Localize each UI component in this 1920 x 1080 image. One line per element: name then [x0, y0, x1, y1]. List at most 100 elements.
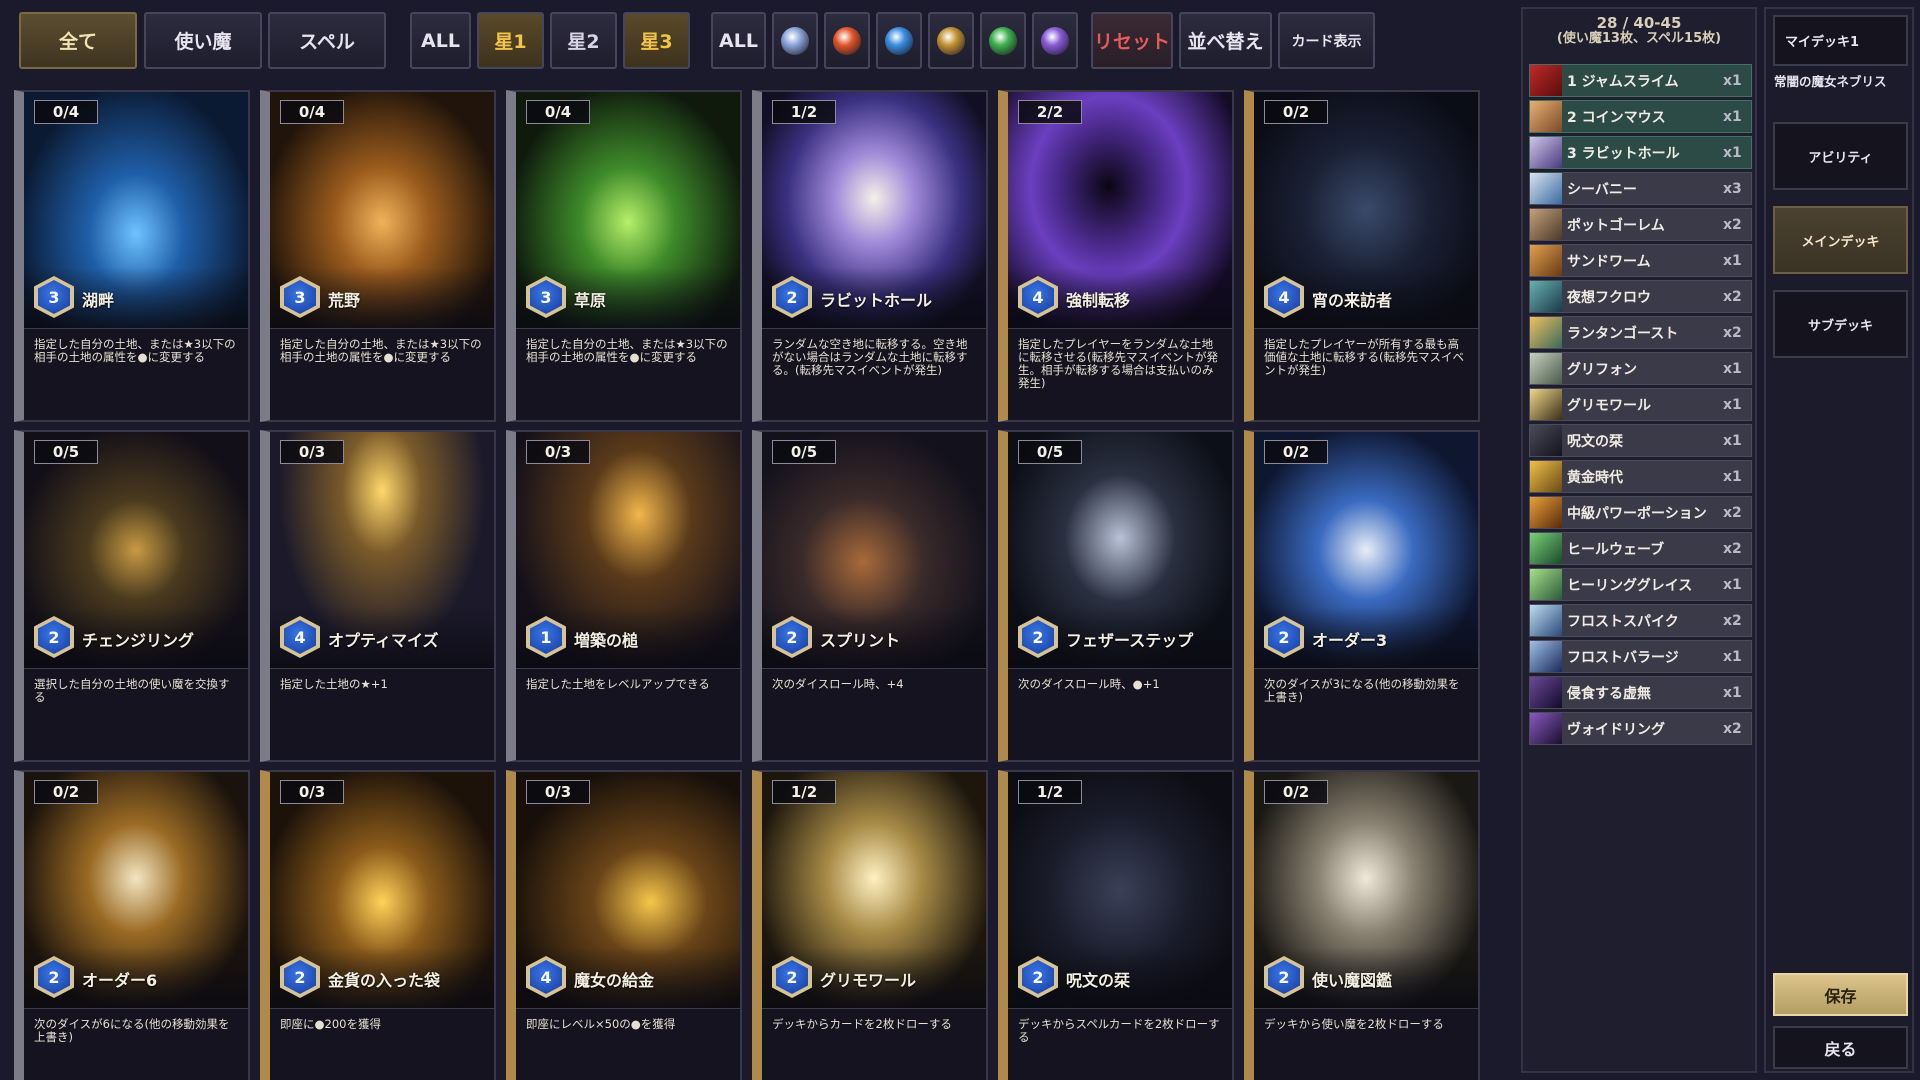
filter-type-spell-button[interactable]: スペル: [268, 12, 386, 69]
card-tile[interactable]: 0/3 4 魔女の給金 即座にレベル×50の●を獲得: [506, 770, 742, 1080]
filter-attr-button[interactable]: [980, 12, 1026, 69]
deck-list-item[interactable]: フロストバラージ x1: [1529, 640, 1752, 673]
card-tile[interactable]: 0/5 2 スプリント 次のダイスロール時、+4: [752, 430, 988, 762]
card-cost-value: 2: [284, 960, 316, 994]
filter-attr-button[interactable]: [1032, 12, 1078, 69]
card-cost-value: 2: [38, 620, 70, 654]
sub-deck-tab[interactable]: サブデッキ: [1773, 290, 1908, 358]
deck-list-item[interactable]: 1 ジャムスライム x1: [1529, 64, 1752, 97]
sort-button[interactable]: 並べ替え: [1179, 12, 1272, 69]
card-description: 指定した土地をレベルアップできる: [526, 677, 710, 691]
card-divider: [270, 1008, 494, 1009]
deck-item-quantity: x1: [1723, 144, 1742, 161]
card-tile[interactable]: 0/2 4 宵の来訪者 指定したプレイヤーが所有する最も高価値な土地に転移する(転移先…: [1244, 90, 1480, 422]
deck-list-item[interactable]: 侵食する虚無 x1: [1529, 676, 1752, 709]
deck-item-quantity: x2: [1723, 720, 1742, 737]
deck-list-item[interactable]: シーバニー x3: [1529, 172, 1752, 205]
deck-list-item[interactable]: ヒーリンググレイス x1: [1529, 568, 1752, 601]
deck-list-item[interactable]: グリフォン x1: [1529, 352, 1752, 385]
card-tile[interactable]: 0/5 2 チェンジリング 選択した自分の土地の使い魔を交換する: [14, 430, 250, 762]
deck-item-name: 1 ジャムスライム: [1567, 73, 1679, 90]
main-deck-tab[interactable]: メインデッキ: [1773, 206, 1908, 274]
deck-item-quantity: x1: [1723, 72, 1742, 89]
card-tile[interactable]: 0/5 2 フェザーステップ 次のダイスロール時、●+1: [998, 430, 1234, 762]
reset-button[interactable]: リセット: [1091, 12, 1173, 69]
filter-star1-button[interactable]: 星1: [477, 12, 544, 69]
card-tile[interactable]: 0/3 1 増築の槌 指定した土地をレベルアップできる: [506, 430, 742, 762]
card-divider: [762, 1008, 986, 1009]
ability-button[interactable]: アビリティ: [1773, 122, 1908, 190]
deck-item-name: 黄金時代: [1567, 469, 1623, 486]
deck-item-name: 2 コインマウス: [1567, 109, 1666, 126]
card-divider: [1254, 328, 1478, 329]
deck-item-name: シーバニー: [1567, 181, 1637, 198]
card-tile[interactable]: 0/4 3 荒野 指定した自分の土地、または★3以下の相手の土地の属性を●に変更する: [260, 90, 496, 422]
deck-list-item[interactable]: 夜想フクロウ x2: [1529, 280, 1752, 313]
deck-list-item[interactable]: サンドワーム x1: [1529, 244, 1752, 277]
card-name: スプリント: [820, 631, 901, 650]
card-tile[interactable]: 1/2 2 ラビットホール ランダムな空き地に転移する。空き地がない場合はランダムな土…: [752, 90, 988, 422]
filter-attr-button[interactable]: [928, 12, 974, 69]
card-tile[interactable]: 0/4 3 湖畔 指定した自分の土地、または★3以下の相手の土地の属性を●に変更する: [14, 90, 250, 422]
card-tile[interactable]: 0/2 2 使い魔図鑑 デッキから使い魔を2枚ドローする: [1244, 770, 1480, 1080]
deck-item-quantity: x1: [1723, 576, 1742, 593]
save-button[interactable]: 保存: [1773, 973, 1908, 1016]
filter-attr-all-button[interactable]: ALL: [711, 12, 766, 69]
deck-item-name: ヒーリンググレイス: [1567, 577, 1693, 594]
deck-item-thumbnail: [1530, 317, 1562, 348]
filter-star-all-button[interactable]: ALL: [410, 12, 471, 69]
filter-star2-button[interactable]: 星2: [550, 12, 617, 69]
deck-list-item[interactable]: 3 ラビットホール x1: [1529, 136, 1752, 169]
deck-list-item[interactable]: ランタンゴースト x2: [1529, 316, 1752, 349]
deck-list-item[interactable]: ヴォイドリング x2: [1529, 712, 1752, 745]
card-cost-value: 2: [776, 960, 808, 994]
card-divider: [24, 1008, 248, 1009]
deck-list-item[interactable]: 黄金時代 x1: [1529, 460, 1752, 493]
card-tile[interactable]: 0/2 2 オーダー6 次のダイスが6になる(他の移動効果を上書き): [14, 770, 250, 1080]
card-count-badge: 0/5: [1018, 440, 1082, 464]
deck-list-item[interactable]: 呪文の栞 x1: [1529, 424, 1752, 457]
card-count-badge: 0/2: [1264, 780, 1328, 804]
card-description: 次のダイスロール時、+4: [772, 677, 904, 691]
filter-attr-button[interactable]: [876, 12, 922, 69]
deck-list-item[interactable]: グリモワール x1: [1529, 388, 1752, 421]
deck-item-name: 中級パワーポーション: [1567, 505, 1707, 522]
card-cost-value: 4: [1268, 280, 1300, 314]
deck-item-thumbnail: [1530, 677, 1562, 708]
filter-type-familiar-button[interactable]: 使い魔: [144, 12, 262, 69]
deck-select[interactable]: マイデッキ1: [1773, 15, 1908, 66]
back-button[interactable]: 戻る: [1773, 1026, 1908, 1069]
deck-list-item[interactable]: 中級パワーポーション x2: [1529, 496, 1752, 529]
deck-item-quantity: x2: [1723, 216, 1742, 233]
card-cost-value: 2: [1022, 620, 1054, 654]
card-description: 指定した自分の土地、または★3以下の相手の土地の属性を●に変更する: [280, 337, 482, 364]
card-tile[interactable]: 2/2 4 強制転移 指定したプレイヤーをランダムな土地に転移させる(転移先マスイベン…: [998, 90, 1234, 422]
deck-list-item[interactable]: 2 コインマウス x1: [1529, 100, 1752, 133]
filter-attr-button[interactable]: [772, 12, 818, 69]
card-tile[interactable]: 0/4 3 草原 指定した自分の土地、または★3以下の相手の土地の属性を●に変更する: [506, 90, 742, 422]
card-divider: [1008, 668, 1232, 669]
card-tile[interactable]: 0/2 2 オーダー3 次のダイスが3になる(他の移動効果を上書き): [1244, 430, 1480, 762]
deck-item-name: フロストスパイク: [1567, 613, 1679, 630]
deck-item-quantity: x1: [1723, 252, 1742, 269]
filter-attr-button[interactable]: [824, 12, 870, 69]
card-tile[interactable]: 0/3 4 オプティマイズ 指定した土地の★+1: [260, 430, 496, 762]
card-description: 次のダイスロール時、●+1: [1018, 677, 1160, 691]
card-description: 指定した自分の土地、または★3以下の相手の土地の属性を●に変更する: [526, 337, 728, 364]
deck-list-item[interactable]: ヒールウェーブ x2: [1529, 532, 1752, 565]
card-tile[interactable]: 1/2 2 呪文の栞 デッキからスペルカードを2枚ドローする: [998, 770, 1234, 1080]
deck-item-quantity: x1: [1723, 360, 1742, 377]
deck-count: 28 / 40-45 (使い魔13枚、スペル15枚): [1523, 15, 1755, 47]
card-count-badge: 1/2: [772, 780, 836, 804]
deck-list-item[interactable]: フロストスパイク x2: [1529, 604, 1752, 637]
deck-item-thumbnail: [1530, 173, 1562, 204]
right-panel: マイデッキ1 常闇の魔女ネブリス アビリティ メインデッキ サブデッキ 保存 戻…: [1764, 7, 1914, 1073]
card-view-button[interactable]: カード表示: [1278, 12, 1375, 69]
filter-star3-button[interactable]: 星3: [623, 12, 690, 69]
fire-attribute-icon: [833, 26, 861, 55]
card-count-badge: 0/3: [526, 780, 590, 804]
card-tile[interactable]: 0/3 2 金貨の入った袋 即座に●200を獲得: [260, 770, 496, 1080]
deck-list-item[interactable]: ポットゴーレム x2: [1529, 208, 1752, 241]
filter-type-all-button[interactable]: 全て: [19, 12, 137, 69]
card-tile[interactable]: 1/2 2 グリモワール デッキからカードを2枚ドローする: [752, 770, 988, 1080]
